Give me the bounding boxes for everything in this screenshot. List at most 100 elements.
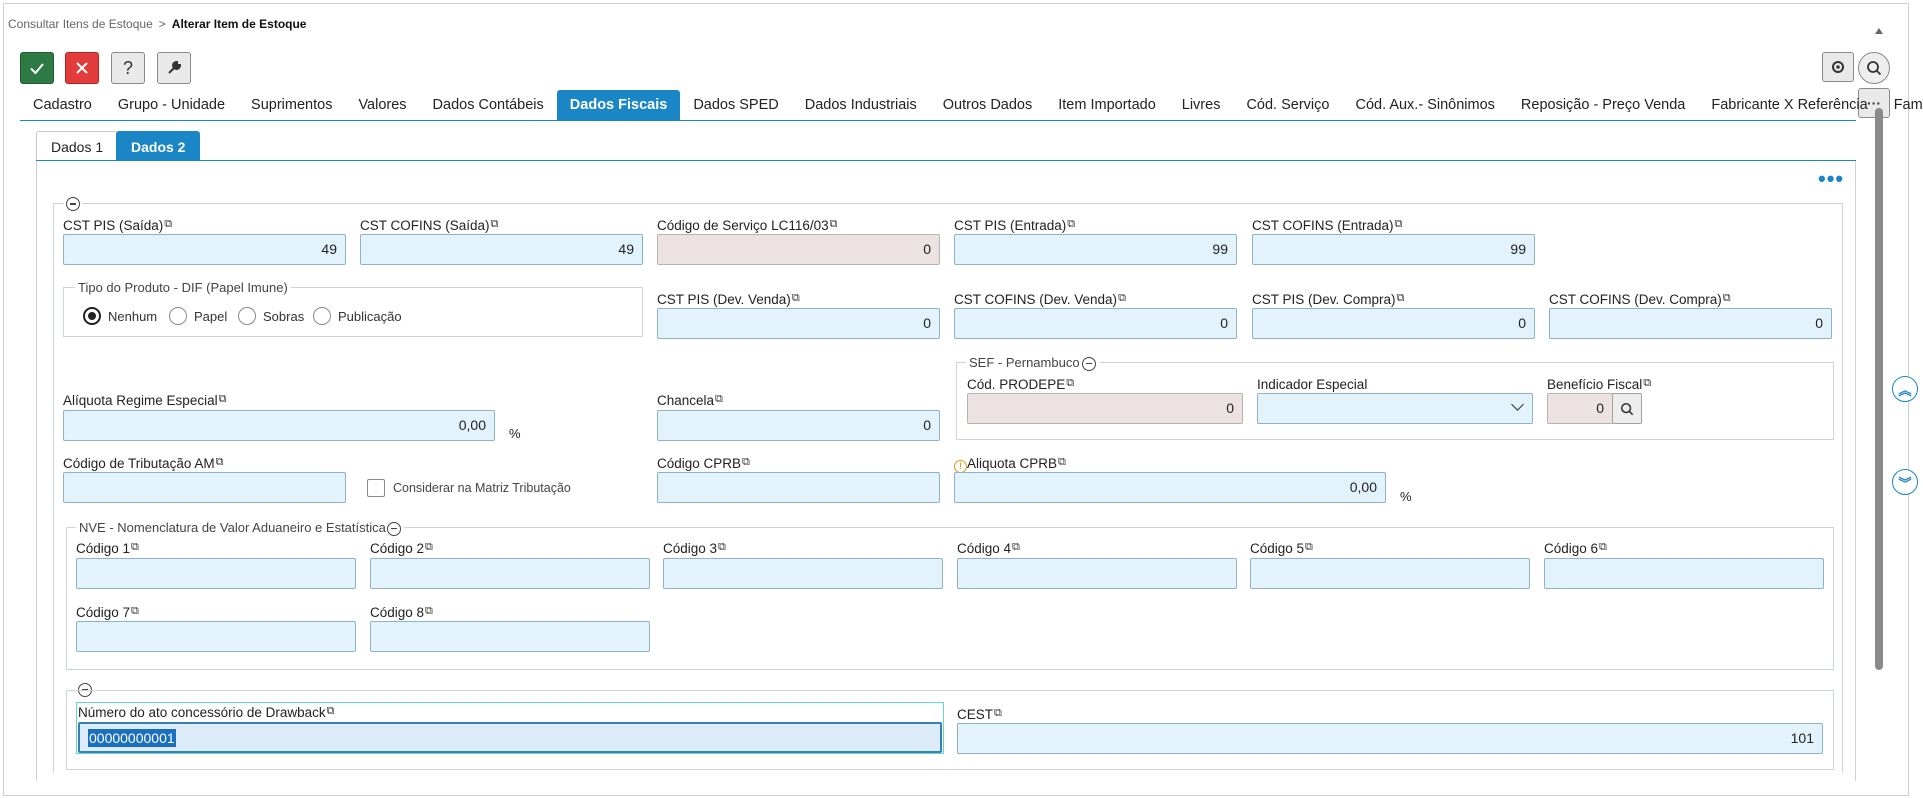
cst-pis-dev-venda-input[interactable]: 0 — [657, 308, 940, 339]
tab-fabricante-referencia[interactable]: Fabricante X Referência — [1698, 90, 1880, 120]
copy-icon[interactable]: ⧉ — [718, 541, 726, 554]
copy-icon[interactable]: ⧉ — [994, 707, 1002, 720]
copy-icon[interactable]: ⧉ — [1066, 377, 1074, 390]
cst-cofins-dev-compra-input[interactable]: 0 — [1549, 308, 1832, 339]
chancela-input[interactable]: 0 — [657, 410, 940, 441]
collapse-icon[interactable] — [1081, 356, 1096, 371]
copy-icon[interactable]: ⧉ — [216, 456, 224, 469]
cod-prodepe-input[interactable]: 0 — [967, 393, 1243, 424]
copy-icon[interactable]: ⧉ — [131, 605, 139, 618]
copy-icon[interactable]: ⧉ — [131, 541, 139, 554]
tab-familia-atributos[interactable]: Família/Atri — [1881, 90, 1923, 120]
nve-codigo-3-label: Código 3⧉ — [663, 541, 726, 556]
tab-dados-fiscais[interactable]: Dados Fiscais — [556, 90, 681, 120]
copy-icon[interactable]: ⧉ — [1395, 218, 1403, 231]
nve-codigo-7-input[interactable] — [76, 621, 356, 652]
codigo-trib-am-input[interactable] — [63, 472, 346, 503]
nve-codigo-3-input[interactable] — [663, 558, 943, 589]
radio-nenhum[interactable]: Nenhum — [83, 307, 157, 325]
codigo-servico-input[interactable]: 0 — [657, 234, 940, 265]
copy-icon[interactable]: ⧉ — [1067, 218, 1075, 231]
copy-icon[interactable]: ⧉ — [1305, 541, 1313, 554]
copy-icon[interactable]: ⧉ — [1397, 292, 1405, 305]
scroll-thumb[interactable] — [1875, 108, 1883, 670]
copy-icon[interactable]: ⧉ — [219, 393, 227, 406]
aliquota-regime-input[interactable]: 0,00 — [63, 410, 495, 441]
aliquota-cprb-label: ! Aliquota CPRB⧉ — [954, 456, 1066, 473]
tools-button[interactable] — [157, 52, 191, 84]
confirm-button[interactable] — [20, 52, 54, 84]
tab-item-importado[interactable]: Item Importado — [1045, 90, 1169, 120]
drawback-input[interactable]: 00000000001 — [78, 722, 942, 753]
copy-icon[interactable]: ⧉ — [1599, 541, 1607, 554]
copy-icon[interactable]: ⧉ — [425, 541, 433, 554]
copy-icon[interactable]: ⧉ — [830, 218, 838, 231]
double-chevron-up-icon: ︽ — [1898, 382, 1912, 398]
copy-icon[interactable]: ⧉ — [425, 605, 433, 618]
aliquota-cprb-unit: % — [1400, 489, 1412, 504]
tab-cod-servico[interactable]: Cód. Serviço — [1233, 90, 1342, 120]
copy-icon[interactable]: ⧉ — [742, 456, 750, 469]
copy-icon[interactable]: ⧉ — [792, 292, 800, 305]
cst-pis-saida-input[interactable]: 49 — [63, 234, 346, 265]
aliquota-cprb-input[interactable]: 0,00 — [954, 472, 1386, 503]
cst-cofins-dev-venda-input[interactable]: 0 — [954, 308, 1237, 339]
beneficio-fiscal-search-button[interactable] — [1612, 393, 1642, 424]
nve-codigo-5-input[interactable] — [1250, 558, 1530, 589]
tab-livres[interactable]: Livres — [1169, 90, 1234, 120]
tab-dados-contabeis[interactable]: Dados Contábeis — [420, 90, 557, 120]
tab-cadastro[interactable]: Cadastro — [20, 90, 105, 120]
settings-button[interactable] — [1822, 52, 1854, 82]
more-options-dots[interactable]: ••• — [1818, 168, 1844, 190]
scroll-top-button[interactable]: ︽ — [1892, 376, 1918, 402]
nve-codigo-1-input[interactable] — [76, 558, 356, 589]
copy-icon[interactable]: ⧉ — [1058, 456, 1066, 469]
copy-icon[interactable]: ⧉ — [327, 705, 335, 718]
copy-icon[interactable]: ⧉ — [1643, 377, 1651, 390]
fiscal-section-collapse[interactable] — [64, 195, 82, 212]
nve-codigo-4-input[interactable] — [957, 558, 1237, 589]
considerar-matriz-checkbox[interactable] — [367, 479, 385, 497]
cst-pis-entrada-input[interactable]: 99 — [954, 234, 1237, 265]
tab-dados-sped[interactable]: Dados SPED — [680, 90, 791, 120]
tab-cod-aux-sinonimos[interactable]: Cód. Aux.- Sinônimos — [1342, 90, 1507, 120]
cancel-button[interactable] — [65, 52, 99, 84]
cst-cofins-saida-input[interactable]: 49 — [360, 234, 643, 265]
collapse-icon[interactable] — [386, 521, 401, 536]
copy-icon[interactable]: ⧉ — [491, 218, 499, 231]
subtab-dados-2[interactable]: Dados 2 — [116, 131, 201, 161]
help-button[interactable]: ? — [111, 52, 145, 84]
nve-codigo-2-input[interactable] — [370, 558, 650, 589]
indicador-especial-select[interactable] — [1257, 393, 1533, 424]
subtab-dados-1[interactable]: Dados 1 — [36, 131, 119, 161]
tab-suprimentos[interactable]: Suprimentos — [238, 90, 345, 120]
copy-icon[interactable]: ⧉ — [715, 393, 723, 406]
tab-reposicao-preco-venda[interactable]: Reposição - Preço Venda — [1508, 90, 1698, 120]
scroll-up-arrow[interactable] — [1875, 28, 1883, 34]
copy-icon[interactable]: ⧉ — [164, 218, 172, 231]
nve-codigo-1-label: Código 1⧉ — [76, 541, 139, 556]
vertical-scrollbar[interactable] — [1873, 8, 1885, 778]
codigo-cprb-label: Código CPRB⧉ — [657, 456, 750, 471]
cst-pis-dev-compra-input[interactable]: 0 — [1252, 308, 1535, 339]
nve-codigo-6-input[interactable] — [1544, 558, 1824, 589]
copy-icon[interactable]: ⧉ — [1118, 292, 1126, 305]
breadcrumb-parent[interactable]: Consultar Itens de Estoque — [8, 17, 153, 31]
radio-papel[interactable]: Papel — [169, 307, 227, 325]
scroll-bottom-button[interactable]: ︾ — [1892, 469, 1918, 495]
radio-sobras[interactable]: Sobras — [238, 307, 304, 325]
nve-legend: NVE - Nomenclatura de Valor Aduaneiro e … — [76, 520, 404, 536]
tab-valores[interactable]: Valores — [345, 90, 419, 120]
tab-grupo-unidade[interactable]: Grupo - Unidade — [105, 90, 238, 120]
beneficio-fiscal-input[interactable]: 0 — [1547, 393, 1613, 424]
radio-publicacao[interactable]: Publicação — [313, 307, 402, 325]
copy-icon[interactable]: ⧉ — [1723, 292, 1731, 305]
codigo-cprb-input[interactable] — [657, 472, 940, 503]
cest-input[interactable]: 101 — [957, 723, 1823, 754]
nve-codigo-8-input[interactable] — [370, 621, 650, 652]
tab-outros-dados[interactable]: Outros Dados — [930, 90, 1045, 120]
tab-dados-industriais[interactable]: Dados Industriais — [792, 90, 930, 120]
copy-icon[interactable]: ⧉ — [1012, 541, 1020, 554]
cst-cofins-entrada-input[interactable]: 99 — [1252, 234, 1535, 265]
cst-pis-saida-label: CST PIS (Saída)⧉ — [63, 218, 173, 233]
